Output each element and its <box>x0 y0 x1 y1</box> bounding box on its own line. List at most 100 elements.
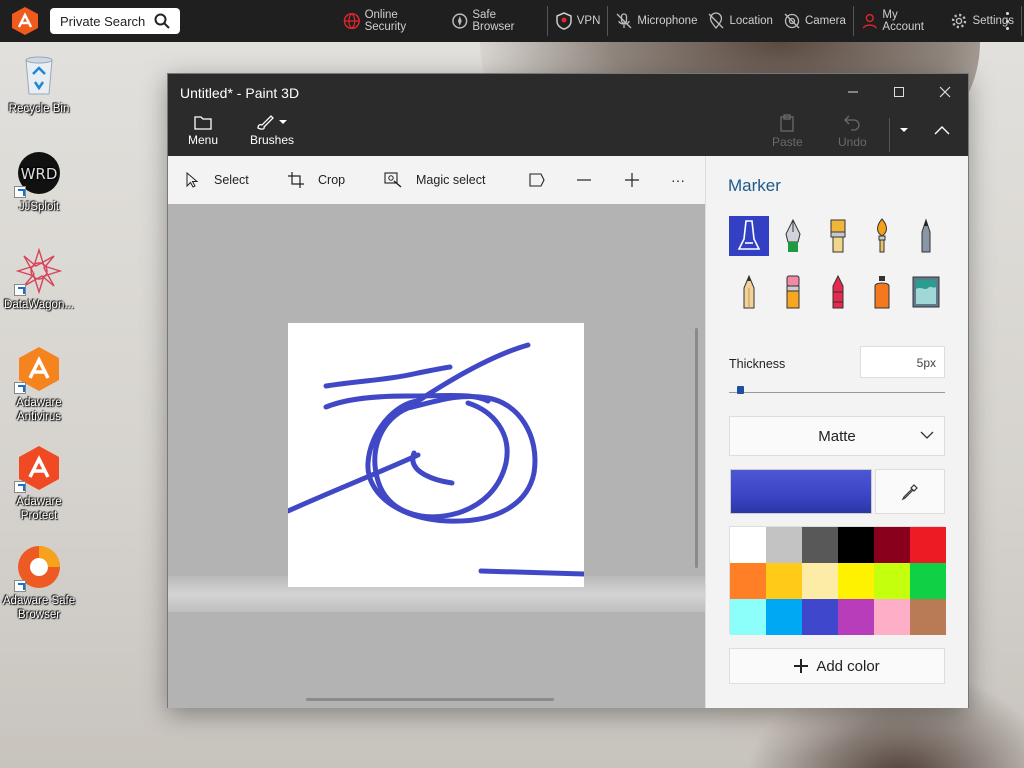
pencil-brush-button[interactable] <box>729 272 769 312</box>
globe-shield-icon <box>343 12 360 30</box>
online-security-button[interactable]: Online Security <box>338 0 446 42</box>
plus-icon <box>794 659 809 673</box>
add-color-button[interactable]: Add color <box>729 648 945 684</box>
undo-label: Undo <box>838 135 867 149</box>
collapse-ribbon-button[interactable] <box>934 125 950 138</box>
thickness-input[interactable]: 5px <box>860 346 945 378</box>
eraser-brush-button[interactable] <box>773 272 813 312</box>
safe-browser-button[interactable]: Safe Browser <box>446 0 545 42</box>
jjsploit-icon: WRD <box>14 150 62 198</box>
vpn-shield-icon <box>555 12 572 30</box>
crayon-brush-button[interactable] <box>818 272 858 312</box>
window-title: Untitled* - Paint 3D <box>180 85 300 101</box>
watercolor-brush-button[interactable] <box>862 216 902 256</box>
minimize-button[interactable] <box>830 74 876 110</box>
fill-bucket-icon <box>912 276 940 308</box>
finish-dropdown[interactable]: Matte <box>729 416 945 456</box>
spray-can-brush-button[interactable] <box>862 272 902 312</box>
my-account-button[interactable]: My Account <box>856 0 946 42</box>
color-swatch[interactable] <box>802 563 838 599</box>
search-icon[interactable] <box>154 13 170 29</box>
color-swatch[interactable] <box>802 527 838 563</box>
desktop-icon-label: JJSploit <box>18 201 60 213</box>
desktop-icon-label: Recycle Bin <box>8 103 70 115</box>
desktop-icon-recycle-bin[interactable]: Recycle Bin <box>2 52 76 116</box>
paste-button[interactable]: Paste <box>772 114 803 149</box>
desktop-icon-adaware-antivirus[interactable]: Adaware Antivirus <box>2 346 76 424</box>
security-toolbar: Private Search Online Security Safe Brow… <box>0 0 1024 42</box>
color-swatch[interactable] <box>874 563 910 599</box>
location-label: Location <box>729 15 773 27</box>
location-button[interactable]: Location <box>702 0 777 42</box>
camera-button[interactable]: Camera <box>778 0 851 42</box>
calligraphy-pen-brush-button[interactable] <box>773 216 813 256</box>
pixel-pen-brush-button[interactable] <box>906 216 946 256</box>
adaware-safe-browser-icon <box>14 544 62 592</box>
thickness-slider-thumb[interactable] <box>737 386 744 394</box>
magic-select-tool[interactable]: Magic select <box>384 156 485 204</box>
thickness-slider-track[interactable] <box>729 392 945 393</box>
current-color-swatch[interactable] <box>730 469 872 514</box>
color-swatch[interactable] <box>730 527 766 563</box>
fill-brush-button[interactable] <box>906 272 946 312</box>
color-swatch[interactable] <box>838 563 874 599</box>
eyedropper-button[interactable] <box>875 469 945 514</box>
horizontal-scrollbar[interactable] <box>306 698 554 701</box>
desktop-icon-datawagon[interactable]: DataWagon... <box>2 247 76 312</box>
oil-brush-button[interactable] <box>818 216 858 256</box>
chevron-down-icon <box>920 431 934 439</box>
more-options-icon[interactable] <box>1004 12 1010 30</box>
more-tools-button[interactable]: ··· <box>671 156 685 204</box>
brushes-button[interactable]: Brushes <box>250 114 294 147</box>
shortcut-arrow-icon <box>14 382 26 394</box>
desktop-icon-adaware-protect[interactable]: Adaware Protect <box>2 445 76 523</box>
color-swatch[interactable] <box>838 527 874 563</box>
maximize-button[interactable] <box>876 74 922 110</box>
eyedropper-icon <box>901 483 918 500</box>
close-button[interactable] <box>922 74 968 110</box>
color-swatch[interactable] <box>838 599 874 635</box>
separator <box>1021 6 1023 36</box>
zoom-in-button[interactable] <box>624 156 640 204</box>
color-swatch[interactable] <box>874 527 910 563</box>
drawing-canvas[interactable] <box>285 323 587 587</box>
select-tool[interactable]: Select <box>184 156 249 204</box>
microphone-label: Microphone <box>637 15 698 27</box>
select-label: Select <box>214 173 249 187</box>
crop-tool[interactable]: Crop <box>288 156 345 204</box>
color-swatch[interactable] <box>766 527 802 563</box>
color-swatch[interactable] <box>874 599 910 635</box>
watercolor-icon <box>877 218 887 253</box>
flip-view-button[interactable] <box>528 156 546 204</box>
recycle-bin-icon <box>16 52 62 98</box>
color-swatch[interactable] <box>910 599 946 635</box>
history-dropdown-button[interactable] <box>898 126 910 137</box>
color-swatch[interactable] <box>730 599 766 635</box>
private-search-input[interactable]: Private Search <box>50 8 180 34</box>
desktop-icon-adaware-safe-browser[interactable]: Adaware Safe Browser <box>2 544 76 622</box>
marker-brush-button[interactable] <box>729 216 769 256</box>
finish-value: Matte <box>818 427 856 445</box>
vertical-scrollbar[interactable] <box>695 328 698 568</box>
vpn-button[interactable]: VPN <box>550 0 606 42</box>
safe-browser-label: Safe Browser <box>472 9 515 33</box>
adaware-logo-icon[interactable] <box>10 6 40 36</box>
adaware-protect-icon <box>14 445 62 493</box>
eraser-icon <box>786 275 800 309</box>
microphone-button[interactable]: Microphone <box>610 0 702 42</box>
color-swatch[interactable] <box>766 563 802 599</box>
color-swatch[interactable] <box>766 599 802 635</box>
menu-button[interactable]: Menu <box>188 114 218 147</box>
desktop-icon-jjsploit[interactable]: WRD JJSploit <box>2 150 76 214</box>
color-swatch[interactable] <box>910 527 946 563</box>
online-security-label: Online Security <box>364 9 407 33</box>
zoom-out-button[interactable] <box>576 156 592 204</box>
shortcut-arrow-icon <box>14 580 26 592</box>
color-swatch[interactable] <box>802 599 838 635</box>
add-color-label: Add color <box>816 657 880 675</box>
adaware-antivirus-icon <box>14 346 62 394</box>
undo-button[interactable]: Undo <box>838 114 867 149</box>
color-swatch[interactable] <box>910 563 946 599</box>
location-off-icon <box>709 12 724 30</box>
color-swatch[interactable] <box>730 563 766 599</box>
